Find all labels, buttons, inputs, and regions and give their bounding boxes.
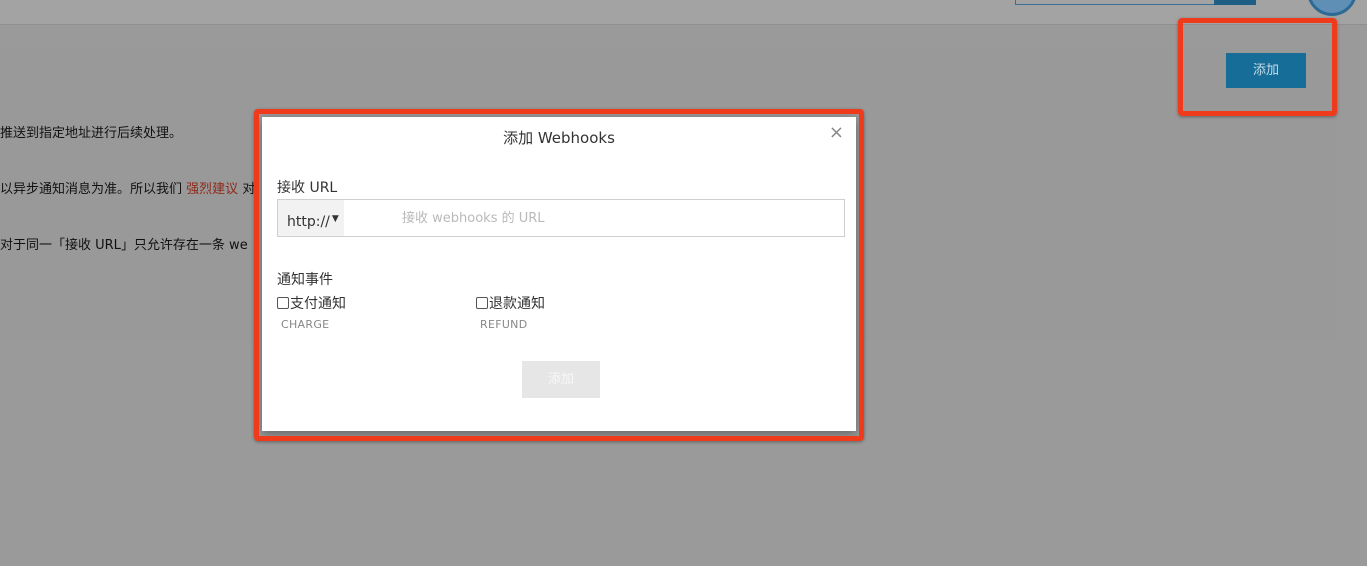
protocol-select[interactable]: http://▼ — [278, 200, 344, 236]
webhooks-description-line-3: 对于同一「接收 URL」只允许存在一条 we — [0, 238, 248, 253]
top-navigation-bar — [0, 0, 1367, 25]
receive-url-field: http://▼ — [277, 199, 845, 237]
add-webhooks-dialog: 添加 Webhooks × 接收 URL http://▼ 通知事件 支付通知 … — [262, 117, 856, 431]
webhooks-description-line-2: 以异步通知消息为准。所以我们 强烈建议 对 — [0, 178, 255, 197]
close-icon[interactable]: × — [829, 123, 844, 143]
refund-event-label: 退款通知 — [489, 296, 545, 312]
dialog-title: 添加 Webhooks — [503, 129, 615, 147]
notify-events-label: 通知事件 — [277, 272, 333, 288]
charge-checkbox[interactable] — [277, 297, 289, 309]
top-search-button[interactable] — [1214, 0, 1256, 5]
strong-recommend-text: 强烈建议 — [186, 182, 239, 197]
charge-event-code: CHARGE — [281, 318, 330, 331]
receive-url-label: 接收 URL — [277, 180, 338, 196]
refund-event-code: REFUND — [480, 318, 528, 331]
webhooks-description-line-1: 推送到指定地址进行后续处理。 — [0, 126, 183, 141]
charge-event-option[interactable]: 支付通知 — [277, 293, 346, 313]
dialog-add-button[interactable]: 添加 — [522, 361, 600, 398]
description-line-2-suffix: 对 — [242, 182, 256, 197]
add-webhook-button[interactable]: 添加 — [1226, 53, 1306, 88]
top-search-input[interactable] — [1015, 0, 1217, 5]
chevron-down-icon: ▼ — [331, 214, 339, 224]
refund-checkbox[interactable] — [476, 297, 488, 309]
refund-event-option[interactable]: 退款通知 — [476, 293, 545, 313]
protocol-value: http:// — [287, 214, 330, 230]
webhook-url-input[interactable] — [402, 200, 832, 236]
charge-event-label: 支付通知 — [290, 296, 346, 312]
description-line-2-prefix: 以异步通知消息为准。所以我们 — [0, 182, 183, 197]
user-avatar[interactable] — [1307, 0, 1357, 16]
